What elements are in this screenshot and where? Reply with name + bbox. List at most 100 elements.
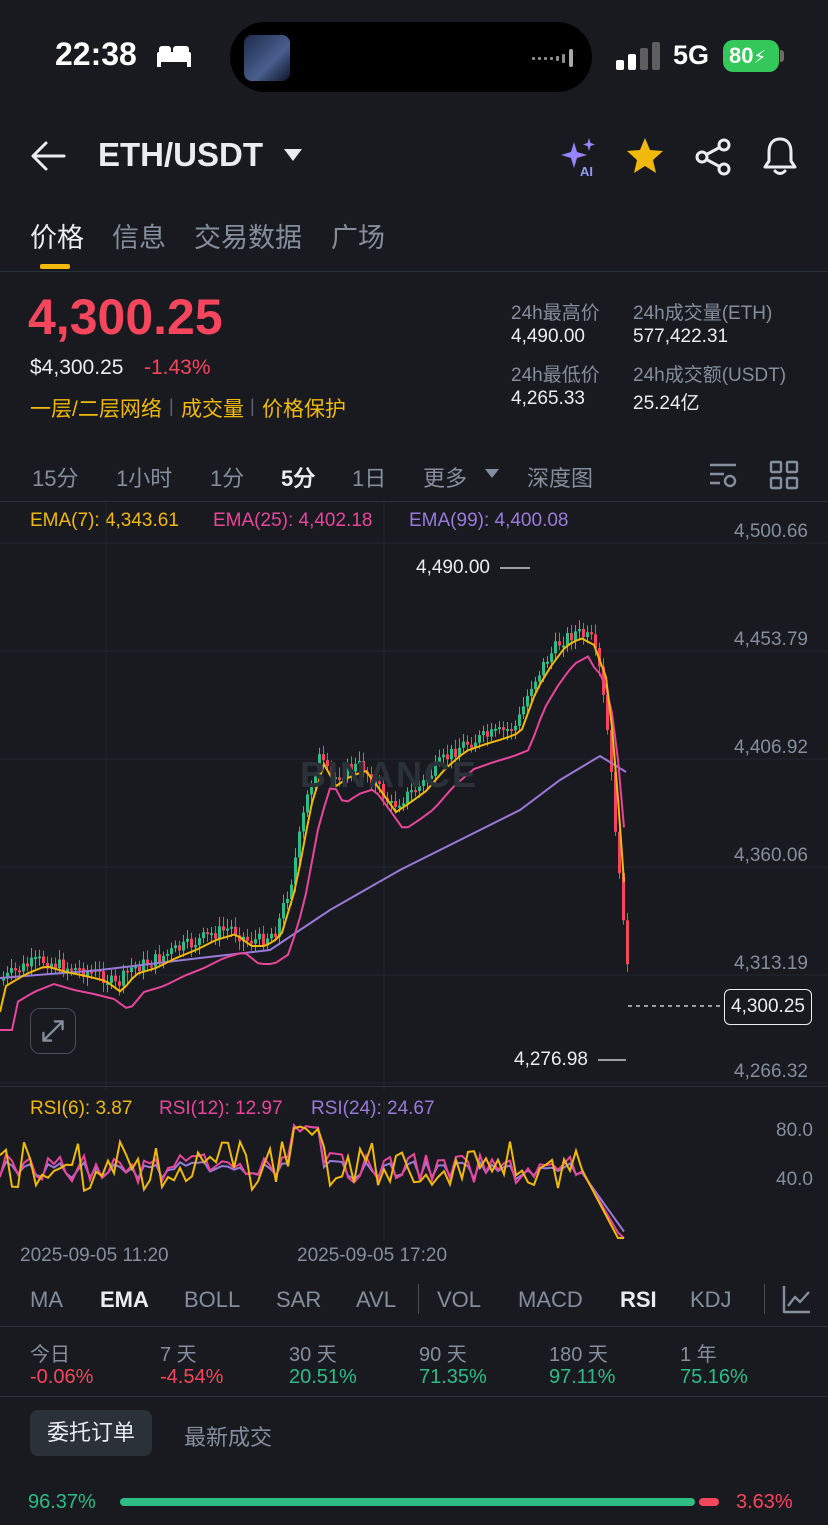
time-axis-label: 2025-09-05 11:20 [20, 1245, 169, 1266]
svg-text:AI: AI [580, 164, 593, 178]
candle-body [246, 936, 249, 941]
usd-price: $4,300.25 [30, 356, 124, 379]
tag-price-protection[interactable]: 价格保护 [262, 393, 346, 423]
indicator-boll[interactable]: BOLL [184, 1287, 240, 1313]
candle-body [522, 706, 525, 715]
indicator-kdj[interactable]: KDJ [690, 1287, 732, 1313]
layout-grid-icon[interactable] [769, 460, 799, 490]
candle-body [110, 975, 113, 983]
candle-body [150, 965, 153, 968]
candle-body [286, 899, 289, 903]
share-icon[interactable] [694, 138, 732, 176]
candle-body [530, 688, 533, 696]
amount-label: 24h成交额(USDT) [633, 365, 787, 386]
candle-body [302, 812, 305, 832]
tab-open-orders[interactable]: 委托订单 [30, 1410, 152, 1456]
interval-more[interactable]: 更多 [423, 461, 467, 493]
candle-body [126, 970, 129, 973]
depth-chart-tab[interactable]: 深度图 [527, 461, 593, 493]
indicator-avl[interactable]: AVL [356, 1287, 396, 1313]
candle-body [226, 928, 229, 931]
indicator-settings-icon[interactable] [782, 1284, 812, 1314]
candle-body [250, 940, 253, 944]
candle-body [590, 632, 593, 635]
interval-1d[interactable]: 1日 [352, 461, 386, 493]
current-price-tag[interactable]: 4,300.25 [724, 989, 812, 1025]
candle-body [486, 731, 489, 737]
candle-body [206, 932, 209, 935]
divider [0, 1086, 828, 1087]
candle-body [2, 978, 5, 981]
expand-fullscreen-icon[interactable] [30, 1008, 76, 1054]
tab-price[interactable]: 价格 [30, 216, 84, 255]
interval-5m[interactable]: 5分 [281, 461, 315, 493]
period-value: 71.35% [419, 1366, 487, 1388]
chevron-down-icon[interactable] [283, 148, 303, 162]
tab-recent-trades[interactable]: 最新成交 [184, 1420, 272, 1452]
price-axis-label: 4,266.32 [734, 1061, 808, 1082]
sell-ratio-bar [699, 1498, 719, 1506]
price-axis-label: 4,453.79 [734, 629, 808, 650]
tab-trading-data[interactable]: 交易数据 [194, 216, 302, 255]
candle-body [490, 729, 493, 737]
chart-settings-icon[interactable] [708, 460, 738, 490]
candle-body [506, 729, 509, 732]
indicator-ma[interactable]: MA [30, 1287, 63, 1313]
candle-body [258, 933, 261, 940]
indicator-sar[interactable]: SAR [276, 1287, 321, 1313]
indicator-macd[interactable]: MACD [518, 1287, 583, 1313]
candle-body [582, 628, 585, 637]
candle-body [586, 632, 589, 637]
candle-body [534, 681, 537, 689]
low-marker: 4,276.98 [514, 1049, 588, 1070]
back-arrow-icon[interactable] [30, 140, 66, 172]
candle-body [298, 831, 301, 858]
indicator-ema[interactable]: EMA [100, 1287, 149, 1313]
candle-body [470, 744, 473, 748]
tag-volume[interactable]: 成交量 [181, 393, 244, 423]
ai-sparkle-icon[interactable]: AI [558, 136, 600, 178]
indicator-vol[interactable]: VOL [437, 1287, 481, 1313]
battery-icon: 80⚡ [723, 40, 779, 72]
volume-value: 577,422.31 [633, 326, 729, 347]
candle-body [198, 938, 201, 946]
candle-body [190, 938, 193, 948]
interval-1m[interactable]: 1分 [210, 461, 244, 493]
period-label: 今日 [30, 1344, 70, 1366]
pair-selector[interactable]: ETH/USDT [98, 136, 263, 174]
bell-icon[interactable] [762, 136, 798, 176]
candle-body [30, 957, 33, 967]
candle-body [74, 968, 77, 971]
candle-body [538, 675, 541, 682]
rsi-chart[interactable] [0, 1100, 828, 1240]
favorite-star-icon[interactable] [625, 136, 665, 176]
candle-body [118, 981, 121, 986]
period-label: 180 天 [549, 1344, 608, 1366]
amount-value: 25.24亿 [633, 393, 700, 414]
tab-square[interactable]: 广场 [331, 216, 385, 255]
cellular-signal-icon [616, 42, 660, 70]
tag-separator: | [169, 396, 174, 416]
sell-ratio: 3.63% [736, 1491, 793, 1513]
candle-body [626, 920, 629, 965]
interval-1h[interactable]: 1小时 [116, 461, 172, 493]
indicator-rsi[interactable]: RSI [620, 1287, 657, 1313]
candle-body [18, 970, 21, 973]
candle-body [550, 653, 553, 662]
candle-body [570, 633, 573, 641]
interval-15m[interactable]: 15分 [32, 461, 78, 493]
candle-body [274, 933, 277, 938]
candle-body [182, 941, 185, 951]
candle-body [170, 948, 173, 954]
candle-body [70, 968, 73, 971]
candle-body [154, 954, 157, 967]
price-axis-label: 4,406.92 [734, 737, 808, 758]
price-axis-label: 4,500.66 [734, 521, 808, 542]
tag-layer-network[interactable]: 一层/二层网络 [30, 393, 162, 423]
high-value: 4,490.00 [511, 326, 585, 347]
candle-body [542, 661, 545, 676]
candle-body [526, 695, 529, 707]
volume-label: 24h成交量(ETH) [633, 303, 773, 324]
more-caret-icon[interactable] [485, 469, 499, 479]
tab-info[interactable]: 信息 [112, 216, 166, 255]
